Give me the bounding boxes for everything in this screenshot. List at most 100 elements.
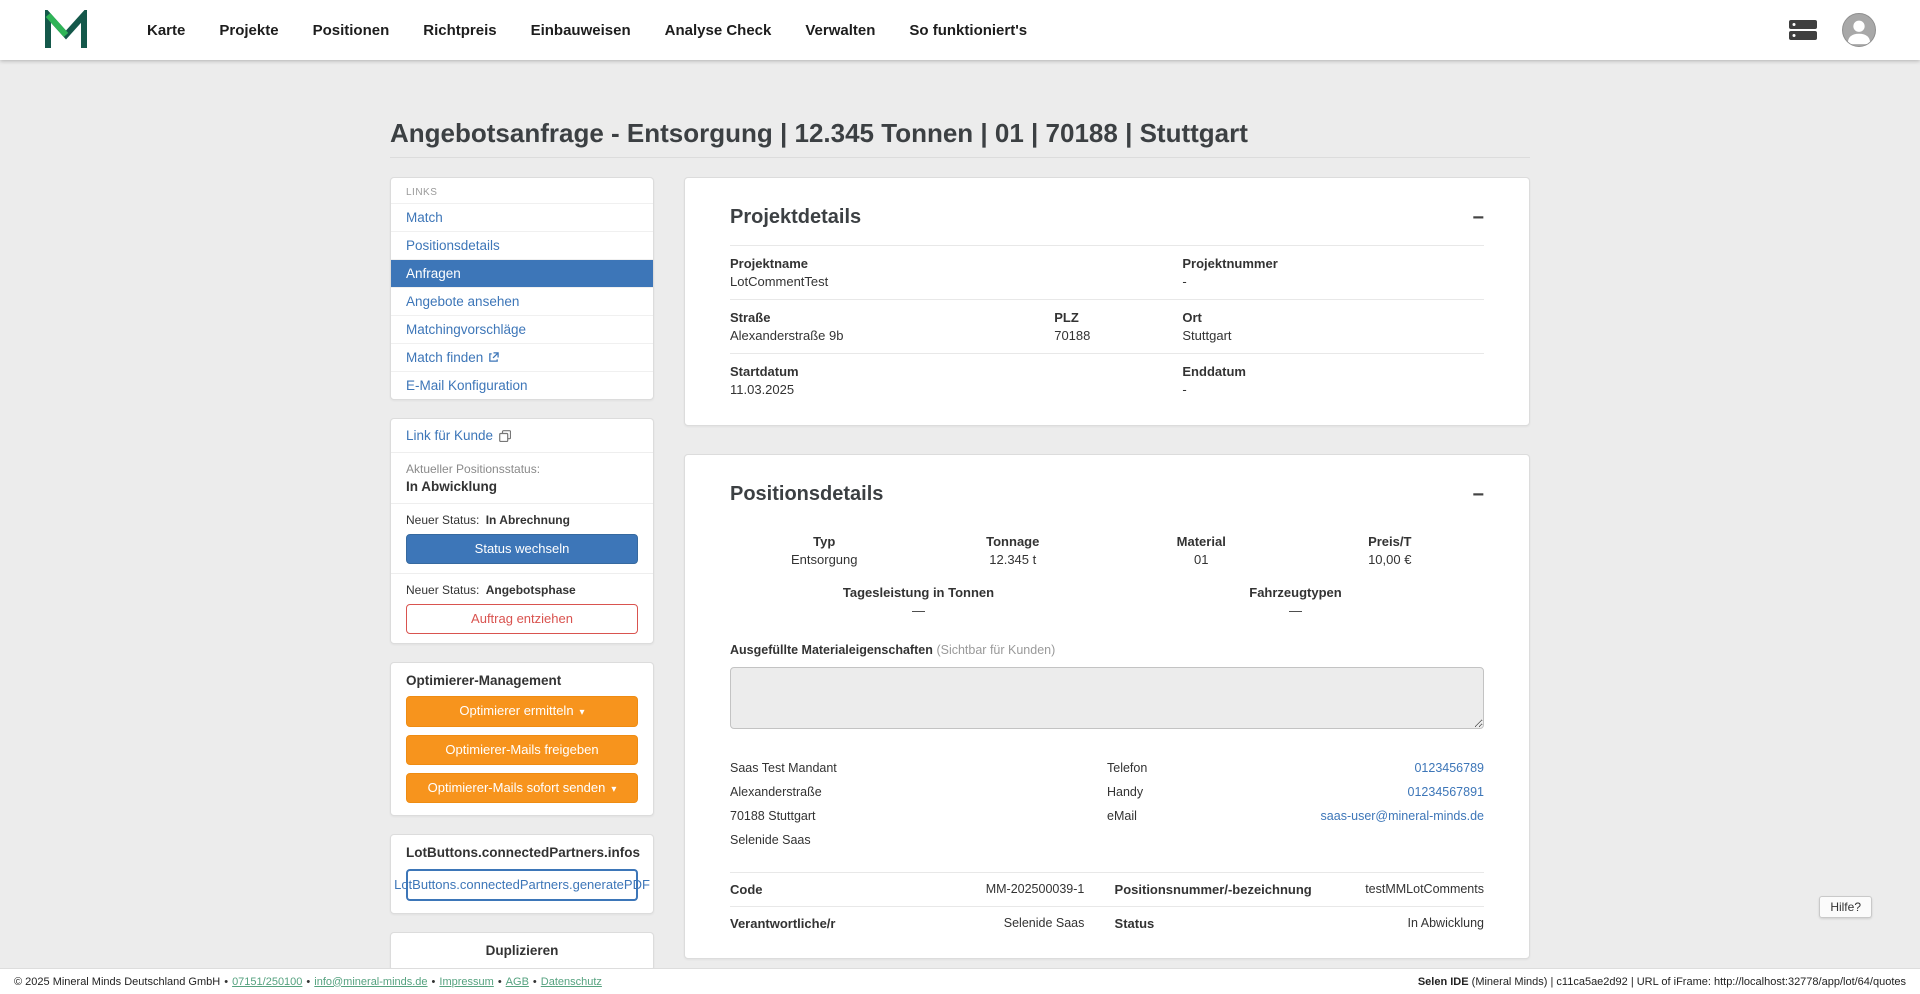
position-specs-row: Typ Entsorgung Tonnage 12.345 t Material… bbox=[730, 522, 1484, 571]
field-value: — bbox=[912, 603, 925, 618]
button-label: Optimierer-Mails freigeben bbox=[445, 741, 599, 757]
navbar-right bbox=[1788, 13, 1876, 47]
sidebar-item-match[interactable]: Match bbox=[391, 203, 653, 231]
field-projektname: Projektname LotCommentTest bbox=[730, 256, 1182, 289]
email-link[interactable]: saas-user@mineral-minds.de bbox=[1321, 804, 1484, 828]
footer-debug-text: (Mineral Minds) | c11ca5ae2d92 | URL of … bbox=[1468, 975, 1906, 988]
help-button[interactable]: Hilfe? bbox=[1819, 896, 1872, 918]
send-optimizer-mails-button[interactable]: Optimierer-Mails sofort senden ▾ bbox=[406, 772, 638, 803]
sidebar-item-label: Positionsdetails bbox=[406, 238, 500, 253]
footer-agb-link[interactable]: AGB bbox=[506, 976, 529, 988]
field-projektnummer: Projektnummer - bbox=[1182, 256, 1484, 289]
footer-impressum-link[interactable]: Impressum bbox=[439, 976, 493, 988]
nav-item-projekte[interactable]: Projekte bbox=[202, 22, 295, 39]
contact-entry-telefon: Telefon 0123456789 bbox=[1107, 756, 1484, 780]
field-fahrzeugtypen: Fahrzeugtypen — bbox=[1107, 585, 1484, 618]
bullet-separator: • bbox=[224, 975, 229, 988]
new-status-line: Neuer Status: In Abrechnung bbox=[406, 513, 638, 527]
material-properties-textarea[interactable] bbox=[730, 667, 1484, 729]
field-tagesleistung: Tagesleistung in Tonnen — bbox=[730, 585, 1107, 618]
status-change-button[interactable]: Status wechseln bbox=[406, 534, 638, 565]
nav-item-so-funktionierts[interactable]: So funktioniert's bbox=[892, 22, 1044, 39]
sidebar-item-label: Match finden bbox=[406, 350, 484, 365]
optimizer-card-title: Optimierer-Management bbox=[406, 673, 562, 689]
mineral-minds-logo[interactable] bbox=[44, 10, 88, 50]
field-label: Fahrzeugtypen bbox=[1249, 585, 1342, 600]
sidebar-item-anfragen[interactable]: Anfragen bbox=[391, 259, 653, 287]
field-label: Startdatum bbox=[730, 364, 799, 379]
contact-entry-email: eMail saas-user@mineral-minds.de bbox=[1107, 804, 1484, 828]
field-label: Tagesleistung in Tonnen bbox=[842, 585, 995, 600]
contact-block: Saas Test Mandant Alexanderstraße 70188 … bbox=[730, 756, 1484, 852]
footer-debug-info: Selen IDE (Mineral Minds) | c11ca5ae2d92… bbox=[1418, 976, 1906, 988]
mobile-link[interactable]: 01234567891 bbox=[1408, 780, 1484, 804]
material-properties-section: Ausgefüllte Materialeigenschaften (Sicht… bbox=[730, 642, 1484, 732]
sidebar-item-match-finden[interactable]: Match finden bbox=[391, 343, 653, 371]
nav-item-analyse-check[interactable]: Analyse Check bbox=[648, 22, 789, 39]
customer-link[interactable]: Link für Kunde bbox=[406, 428, 512, 443]
determine-optimizer-button[interactable]: Optimierer ermitteln ▾ bbox=[406, 696, 638, 727]
field-status: Status In Abwicklung bbox=[1115, 916, 1484, 931]
collapse-icon[interactable]: − bbox=[1472, 208, 1484, 228]
bullet-separator: • bbox=[306, 975, 311, 988]
nav-item-positionen[interactable]: Positionen bbox=[296, 22, 407, 39]
customer-link-label: Link für Kunde bbox=[406, 428, 494, 443]
footer-datenschutz-link[interactable]: Datenschutz bbox=[541, 976, 602, 988]
nav-item-richtpreis[interactable]: Richtpreis bbox=[406, 22, 513, 39]
button-label: Optimierer ermitteln bbox=[459, 703, 574, 719]
nav-item-karte[interactable]: Karte bbox=[130, 22, 202, 39]
current-status-value: In Abwicklung bbox=[406, 479, 497, 494]
field-label: Verantwortliche/r bbox=[730, 916, 836, 931]
bullet-separator: • bbox=[532, 975, 537, 988]
release-optimizer-mails-button[interactable]: Optimierer-Mails freigeben bbox=[406, 734, 638, 765]
new-status-value: In Abrechnung bbox=[485, 513, 570, 527]
collapse-icon[interactable]: − bbox=[1472, 485, 1484, 505]
meta-row: Code MM-202500039-1 Positionsnummer/-bez… bbox=[730, 872, 1484, 906]
links-card: LINKS Match Positionsdetails Anfragen An… bbox=[390, 177, 654, 400]
user-avatar[interactable] bbox=[1842, 13, 1876, 47]
sidebar-item-positionsdetails[interactable]: Positionsdetails bbox=[391, 231, 653, 259]
copy-icon bbox=[499, 429, 512, 442]
field-label: Projektname bbox=[730, 256, 809, 271]
field-startdatum: Startdatum 11.03.2025 bbox=[730, 364, 1182, 397]
contact-label: Handy bbox=[1107, 785, 1144, 799]
server-icon[interactable] bbox=[1788, 19, 1818, 41]
field-label: Material bbox=[1176, 534, 1226, 549]
current-status-label: Aktueller Positionsstatus: bbox=[406, 462, 541, 476]
generate-pdf-button[interactable]: LotButtons.connectedPartners.generatePDF bbox=[394, 868, 650, 902]
withdraw-order-button[interactable]: Auftrag entziehen bbox=[406, 604, 638, 635]
sidebar-item-label: Matchingvorschläge bbox=[406, 322, 527, 337]
field-value: - bbox=[1182, 274, 1187, 289]
sidebar-item-email-konfiguration[interactable]: E-Mail Konfiguration bbox=[391, 371, 653, 399]
sidebar-item-angebote-ansehen[interactable]: Angebote ansehen bbox=[391, 287, 653, 315]
field-plz: PLZ 70188 bbox=[1054, 310, 1182, 343]
field-ort: Ort Stuttgart bbox=[1182, 310, 1484, 343]
nav-item-einbauweisen[interactable]: Einbauweisen bbox=[514, 22, 648, 39]
field-value: LotCommentTest bbox=[730, 274, 829, 289]
page-title: Angebotsanfrage - Entsorgung | 12.345 To… bbox=[390, 118, 1530, 158]
field-label: Preis/T bbox=[1368, 534, 1412, 549]
nav-item-verwalten[interactable]: Verwalten bbox=[788, 22, 892, 39]
optimizer-card: Optimierer-Management Optimierer ermitte… bbox=[390, 662, 654, 816]
sidebar-item-matchingvorschlaege[interactable]: Matchingvorschläge bbox=[391, 315, 653, 343]
field-value: MM-202500039-1 bbox=[985, 882, 1085, 896]
field-preis-t: Preis/T 10,00 € bbox=[1296, 534, 1485, 567]
field-code: Code MM-202500039-1 bbox=[730, 882, 1084, 897]
field-positionsnummer: Positionsnummer/-bezeichnung testMMLotCo… bbox=[1115, 882, 1484, 897]
field-value: — bbox=[1289, 603, 1302, 618]
contact-label: eMail bbox=[1107, 809, 1137, 823]
field-label: Straße bbox=[730, 310, 771, 325]
address-line: Saas Test Mandant bbox=[730, 761, 837, 775]
phone-link[interactable]: 0123456789 bbox=[1414, 756, 1484, 780]
address-line: 70188 Stuttgart bbox=[730, 809, 816, 823]
connected-partners-title: LotButtons.connectedPartners.infos bbox=[406, 844, 641, 860]
meta-row: Verantwortliche/r Selenide Saas Status I… bbox=[730, 906, 1484, 940]
field-value: 11.03.2025 bbox=[730, 382, 795, 397]
status-card: Link für Kunde Aktueller Positionsstatus… bbox=[390, 418, 654, 645]
project-details-title: Projektdetails bbox=[730, 206, 862, 228]
sidebar: LINKS Match Positionsdetails Anfragen An… bbox=[390, 177, 654, 989]
position-details-title: Positionsdetails bbox=[730, 483, 884, 505]
footer-phone-link[interactable]: 07151/250100 bbox=[232, 976, 302, 988]
field-label: Tonnage bbox=[986, 534, 1040, 549]
footer-email-link[interactable]: info@mineral-minds.de bbox=[314, 976, 427, 988]
